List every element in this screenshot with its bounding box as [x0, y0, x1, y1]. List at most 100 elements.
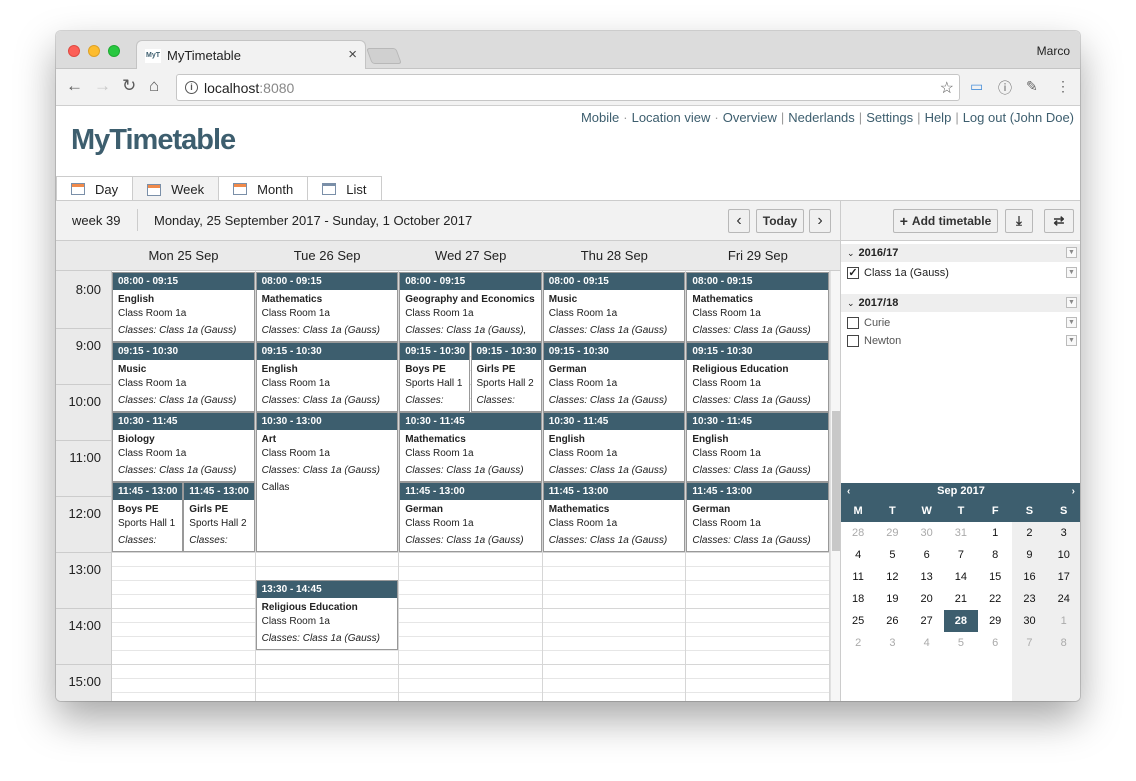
mini-calendar-day[interactable]: 31	[944, 522, 978, 544]
top-link-mobile[interactable]: Mobile	[581, 110, 619, 125]
mini-calendar-day[interactable]: 30	[910, 522, 944, 544]
top-link-settings[interactable]: Settings	[866, 110, 913, 125]
mini-calendar-day[interactable]: 6	[910, 544, 944, 566]
mini-calendar-day[interactable]: 18	[841, 588, 875, 610]
mini-calendar-day[interactable]: 4	[841, 544, 875, 566]
mini-calendar-day[interactable]: 21	[944, 588, 978, 610]
mini-calendar-day[interactable]: 5	[944, 632, 978, 654]
switch-button[interactable]: ⇄	[1044, 209, 1074, 233]
calendar-event[interactable]: 09:15 - 10:30 Religious Education Class Ro…	[686, 342, 829, 412]
top-link-overview[interactable]: Overview	[723, 110, 777, 125]
password-manager-icon[interactable]: ⓘ	[998, 78, 1012, 98]
mini-calendar-day[interactable]: 29	[978, 610, 1012, 632]
mini-calendar-day[interactable]: 24	[1047, 588, 1080, 610]
mini-calendar-day[interactable]: 11	[841, 566, 875, 588]
mini-calendar-day[interactable]: 4	[910, 632, 944, 654]
timetable-item[interactable]: ✓ Class 1a (Gauss) ▼	[841, 264, 1080, 282]
mini-calendar-prev-icon[interactable]: ‹	[847, 483, 850, 500]
cast-icon[interactable]: ▭	[970, 78, 983, 95]
mini-calendar-day[interactable]: 25	[841, 610, 875, 632]
bookmark-star-icon[interactable]: ☆	[940, 78, 954, 98]
calendar-event[interactable]: 10:30 - 11:45 English Class Room 1a Classes…	[686, 412, 829, 482]
mini-calendar-day[interactable]: 1	[1047, 610, 1080, 632]
close-window-button[interactable]	[68, 45, 80, 57]
tab-day[interactable]: Day	[56, 176, 134, 201]
new-tab-button[interactable]	[366, 48, 402, 64]
mini-calendar-day[interactable]: 16	[1012, 566, 1046, 588]
menu-kebab-icon[interactable]: ⋮	[1056, 78, 1070, 95]
mini-calendar-next-icon[interactable]: ›	[1072, 483, 1075, 500]
top-link-help[interactable]: Help	[925, 110, 952, 125]
timetable-item[interactable]: Newton ▼	[841, 332, 1080, 350]
next-week-button[interactable]: ›	[809, 209, 831, 233]
checkbox-unchecked[interactable]	[847, 335, 859, 347]
mini-calendar-day[interactable]: 12	[875, 566, 909, 588]
calendar-event[interactable]: 09:15 - 10:30 Boys PE Sports Hall 1 Classes…	[399, 342, 471, 412]
home-icon[interactable]: ⌂	[149, 76, 159, 96]
mini-calendar-day[interactable]: 19	[875, 588, 909, 610]
mini-calendar-day[interactable]: 3	[1047, 522, 1080, 544]
calendar-scrollbar[interactable]	[830, 271, 840, 701]
timetable-group-header[interactable]: ⌄ 2017/18 ▼	[841, 294, 1080, 312]
day-header[interactable]: Wed 27 Sep	[399, 248, 542, 263]
group-menu-dropdown-icon[interactable]: ▼	[1066, 247, 1077, 258]
mini-calendar-day[interactable]: 1	[978, 522, 1012, 544]
calendar-event[interactable]: 09:15 - 10:30 Music Class Room 1a Classes: …	[112, 342, 255, 412]
calendar-event[interactable]: 13:30 - 14:45 Religious Education Class Ro…	[255, 580, 399, 650]
mini-calendar-day[interactable]: 6	[978, 632, 1012, 654]
mini-calendar-day[interactable]: 15	[978, 566, 1012, 588]
mini-calendar-day[interactable]: 27	[910, 610, 944, 632]
mini-calendar-day[interactable]: 2	[1012, 522, 1046, 544]
calendar-event[interactable]: 10:30 - 11:45 Mathematics Class Room 1a Cla…	[399, 412, 542, 482]
day-header[interactable]: Fri 29 Sep	[686, 248, 829, 263]
url-text[interactable]: localhost:8080	[204, 80, 294, 96]
tab-month[interactable]: Month	[218, 176, 309, 201]
tab-week[interactable]: Week	[132, 176, 220, 202]
mini-calendar-day[interactable]: 8	[1047, 632, 1080, 654]
mini-calendar-day[interactable]: 20	[910, 588, 944, 610]
mini-calendar-day[interactable]: 3	[875, 632, 909, 654]
mini-calendar-day[interactable]: 30	[1012, 610, 1046, 632]
calendar-event[interactable]: 09:15 - 10:30 German Class Room 1a Classes:…	[542, 342, 686, 412]
group-menu-dropdown-icon[interactable]: ▼	[1066, 297, 1077, 308]
calendar-grid[interactable]: 08:00 - 09:15 English Class Room 1a Classes…	[112, 271, 830, 701]
address-bar[interactable]: i localhost:8080 ☆	[176, 74, 960, 101]
timetable-menu-dropdown-icon[interactable]: ▼	[1066, 335, 1077, 346]
mini-calendar-title[interactable]: Sep 2017	[937, 485, 985, 497]
mini-calendar-day[interactable]: 14	[944, 566, 978, 588]
top-link-log-out-john-doe[interactable]: Log out (John Doe)	[963, 110, 1074, 125]
mini-calendar-day[interactable]: 17	[1047, 566, 1080, 588]
mini-calendar-day[interactable]: 9	[1012, 544, 1046, 566]
calendar-event[interactable]: 10:30 - 11:45 English Class Room 1a Classes…	[542, 412, 686, 482]
day-header[interactable]: Thu 28 Sep	[543, 248, 686, 263]
calendar-event[interactable]: 09:15 - 10:30 Girls PE Sports Hall 2 Classe…	[470, 342, 542, 412]
mini-calendar-day[interactable]: 26	[875, 610, 909, 632]
back-arrow-icon[interactable]: ←	[66, 76, 83, 96]
timetable-item[interactable]: Curie ▼	[841, 314, 1080, 332]
mini-calendar-day[interactable]: 8	[978, 544, 1012, 566]
extension-icon[interactable]: ✎	[1026, 78, 1038, 95]
mini-calendar-day[interactable]: 5	[875, 544, 909, 566]
forward-arrow-icon[interactable]: →	[94, 76, 111, 96]
top-link-nederlands[interactable]: Nederlands	[788, 110, 855, 125]
mini-calendar-day[interactable]: 22	[978, 588, 1012, 610]
calendar-event[interactable]: 11:45 - 13:00 German Class Room 1a Classes:…	[686, 482, 829, 552]
calendar-event[interactable]: 10:30 - 13:00 Art Class Room 1a Classes: Cl…	[255, 412, 399, 552]
minimize-window-button[interactable]	[88, 45, 100, 57]
mini-calendar-day[interactable]: 7	[944, 544, 978, 566]
add-timetable-button[interactable]: + Add timetable	[893, 209, 998, 233]
timetable-group-header[interactable]: ⌄ 2016/17 ▼	[841, 244, 1080, 262]
checkbox-unchecked[interactable]	[847, 317, 859, 329]
reload-icon[interactable]: ↻	[122, 76, 136, 96]
checkbox-checked[interactable]: ✓	[847, 267, 859, 279]
calendar-event[interactable]: 08:00 - 09:15 Mathematics Class Room 1a Cla…	[686, 272, 829, 342]
mini-calendar-day[interactable]: 7	[1012, 632, 1046, 654]
timetable-menu-dropdown-icon[interactable]: ▼	[1066, 267, 1077, 278]
calendar-event[interactable]: 11:45 - 13:00 Boys PE Sports Hall 1 Classes…	[112, 482, 184, 552]
mini-calendar-day[interactable]: 28	[841, 522, 875, 544]
today-button[interactable]: Today	[756, 209, 804, 233]
calendar-event[interactable]: 11:45 - 13:00 German Class Room 1a Classes:…	[399, 482, 542, 552]
day-header[interactable]: Mon 25 Sep	[112, 248, 255, 263]
mini-calendar-day[interactable]: 10	[1047, 544, 1080, 566]
calendar-event[interactable]: 09:15 - 10:30 English Class Room 1a Classes…	[255, 342, 399, 412]
